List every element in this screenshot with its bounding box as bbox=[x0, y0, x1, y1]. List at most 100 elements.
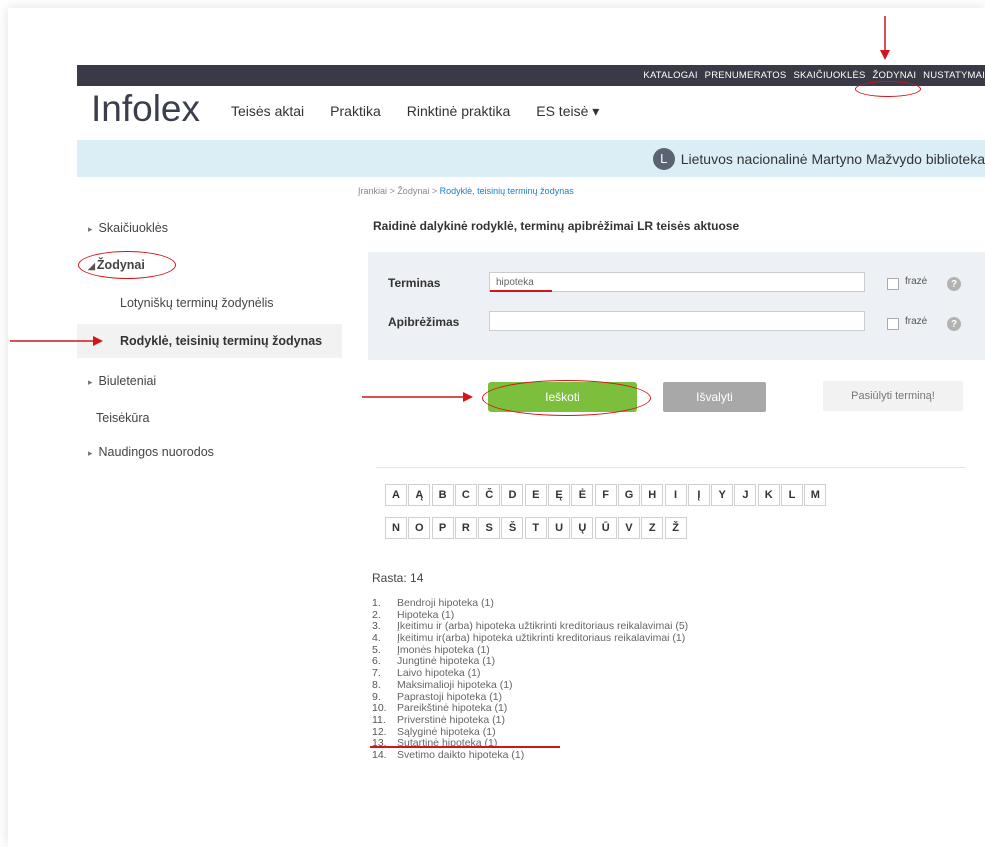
alphabet-letter[interactable]: S bbox=[478, 517, 501, 539]
alphabet-letter[interactable]: Y bbox=[711, 484, 734, 506]
alphabet-letter[interactable]: Č bbox=[478, 484, 501, 506]
result-link[interactable]: Priverstinė hipoteka (1) bbox=[397, 714, 505, 727]
caret-down-icon: ◢ bbox=[88, 261, 95, 271]
annotation-underline-result bbox=[370, 746, 560, 748]
alphabet-letter[interactable]: Į bbox=[687, 484, 710, 506]
breadcrumb: Įrankiai > Žodynai > Rodyklė, teisinių t… bbox=[358, 186, 574, 196]
topnav-katalogai[interactable]: KATALOGAI bbox=[643, 70, 697, 81]
sidebar-item-label: Naudingos nuorodos bbox=[98, 445, 214, 459]
list-item-number: 4. bbox=[372, 632, 381, 645]
alphabet-letter[interactable]: E bbox=[524, 484, 547, 506]
alphabet-row: AĄBCČDEĘĖFGHIĮYJKLM bbox=[385, 484, 828, 506]
sidebar-item-skaiciuokles[interactable]: ▸ Skaičiuoklės bbox=[88, 221, 168, 235]
list-item-number: 8. bbox=[372, 678, 381, 691]
definition-label: Apibrėžimas bbox=[388, 315, 460, 329]
alphabet-letter[interactable]: V bbox=[617, 517, 640, 539]
alphabet-letter[interactable]: Ę bbox=[548, 484, 571, 506]
top-bar: KATALOGAI PRENUMERATOS SKAIČIUOKLĖS ŽODY… bbox=[77, 65, 985, 86]
topnav-nustatymai[interactable]: NUSTATYMAI bbox=[923, 70, 985, 81]
alphabet-letter[interactable]: Ž bbox=[664, 517, 687, 539]
clear-button[interactable]: Išvalyti bbox=[663, 382, 766, 412]
logo[interactable]: Infolex bbox=[91, 86, 200, 140]
alphabet-letter[interactable]: N bbox=[385, 517, 407, 539]
definition-phrase-checkbox[interactable] bbox=[887, 318, 899, 330]
alphabet-letter[interactable]: P bbox=[431, 517, 454, 539]
result-link[interactable]: Maksimalioji hipoteka (1) bbox=[397, 679, 513, 692]
top-nav: KATALOGAI PRENUMERATOS SKAIČIUOKLĖS ŽODY… bbox=[636, 65, 985, 86]
nav-praktika[interactable]: Praktika bbox=[330, 103, 381, 120]
list-item-number: 1. bbox=[372, 597, 381, 609]
sidebar-item-nuorodos[interactable]: ▸ Naudingos nuorodos bbox=[88, 445, 214, 459]
search-button[interactable]: Ieškoti bbox=[488, 382, 637, 412]
topnav-skaiciuokles[interactable]: SKAIČIUOKLĖS bbox=[793, 70, 865, 81]
sidebar-item-zodynai[interactable]: ◢ Žodynai bbox=[88, 258, 145, 272]
sidebar-item-label: Rodyklė, teisinių terminų žodynas bbox=[120, 334, 323, 348]
list-item: 1. Bendroji hipoteka (1) bbox=[372, 597, 688, 610]
breadcrumb-irankiai[interactable]: Įrankiai bbox=[358, 186, 387, 196]
definition-input[interactable] bbox=[489, 311, 865, 331]
nav-rinktine-praktika[interactable]: Rinktinė praktika bbox=[407, 103, 511, 120]
alphabet-letter[interactable]: F bbox=[594, 484, 617, 506]
alphabet-letter[interactable]: Ė bbox=[571, 484, 594, 506]
help-icon[interactable]: ? bbox=[947, 317, 961, 331]
topnav-prenumeratos[interactable]: PRENUMERATOS bbox=[705, 70, 787, 81]
breadcrumb-zodynai[interactable]: Žodynai bbox=[397, 186, 429, 196]
alphabet-letter[interactable]: M bbox=[804, 484, 827, 506]
nav-es-teise-dropdown[interactable]: ES teisė ▾ bbox=[536, 103, 599, 120]
alphabet-letter[interactable]: T bbox=[524, 517, 547, 539]
results-count: Rasta: 14 bbox=[372, 571, 424, 585]
caret-right-icon: ▸ bbox=[88, 377, 93, 387]
list-item: 4. Įkeitimu ir(arba) hipoteka užtikrinti … bbox=[372, 632, 688, 645]
sidebar-item-label: Lotyniškų terminų žodynėlis bbox=[120, 296, 274, 310]
result-link[interactable]: Įkeitimu ir(arba) hipoteka užtikrinti kr… bbox=[397, 632, 685, 645]
sidebar-item-label: Teisėkūra bbox=[96, 411, 150, 425]
result-link[interactable]: Svetimo daikto hipoteka (1) bbox=[397, 749, 524, 762]
alphabet-letter[interactable]: K bbox=[757, 484, 780, 506]
header: Infolex Teisės aktai Praktika Rinktinė p… bbox=[77, 86, 985, 141]
alphabet-letter[interactable]: H bbox=[641, 484, 664, 506]
alphabet-letter[interactable]: U bbox=[548, 517, 571, 539]
sidebar-item-label: Skaičiuoklės bbox=[98, 221, 169, 235]
library-info: L Lietuvos nacionalinė Martyno Mažvydo b… bbox=[652, 140, 985, 177]
nav-teises-aktai[interactable]: Teisės aktai bbox=[231, 103, 304, 120]
library-bar: L Lietuvos nacionalinė Martyno Mažvydo b… bbox=[77, 140, 985, 177]
sidebar-item-label: Žodynai bbox=[96, 258, 145, 272]
sidebar-item-biuleteniai[interactable]: ▸ Biuleteniai bbox=[88, 374, 156, 388]
alphabet-letter[interactable]: Ū bbox=[594, 517, 617, 539]
list-item-number: 11. bbox=[372, 713, 386, 726]
list-item-number: 14. bbox=[372, 748, 387, 761]
suggest-term-button[interactable]: Pasiūlyti terminą! bbox=[823, 381, 963, 411]
alphabet-letter[interactable]: G bbox=[617, 484, 640, 506]
topnav-zodynai[interactable]: ŽODYNAI bbox=[873, 70, 917, 81]
annotation-underline-term bbox=[490, 290, 552, 292]
term-input[interactable] bbox=[489, 272, 865, 292]
sidebar-item-rodykle[interactable]: Rodyklė, teisinių terminų žodynas bbox=[77, 324, 342, 358]
list-item: 8. Maksimalioji hipoteka (1) bbox=[372, 678, 688, 692]
sidebar-item-teisekura[interactable]: Teisėkūra bbox=[96, 411, 150, 425]
alphabet-letter[interactable]: R bbox=[454, 517, 477, 539]
sidebar-item-lotynisku[interactable]: Lotyniškų terminų žodynėlis bbox=[120, 296, 274, 310]
alphabet-letter[interactable]: D bbox=[501, 484, 524, 506]
alphabet-letter[interactable]: Ą bbox=[408, 484, 431, 506]
alphabet-letter[interactable]: Ų bbox=[571, 517, 594, 539]
help-icon[interactable]: ? bbox=[947, 277, 961, 291]
breadcrumb-current[interactable]: Rodyklė, teisinių terminų žodynas bbox=[440, 186, 574, 196]
alphabet-letter[interactable]: C bbox=[454, 484, 477, 506]
alphabet-letter[interactable]: L bbox=[781, 484, 804, 506]
definition-phrase-label: frazė bbox=[905, 316, 928, 327]
library-name[interactable]: Lietuvos nacionalinė Martyno Mažvydo bib… bbox=[681, 151, 985, 167]
main-nav: Teisės aktai Praktika Rinktinė praktika … bbox=[231, 103, 625, 120]
term-phrase-checkbox[interactable] bbox=[887, 278, 899, 290]
caret-right-icon: ▸ bbox=[88, 448, 93, 458]
alphabet-letter[interactable]: O bbox=[408, 517, 431, 539]
result-link[interactable]: Bendroji hipoteka (1) bbox=[397, 597, 494, 610]
library-badge-icon: L bbox=[652, 147, 675, 170]
alphabet-letter[interactable]: A bbox=[385, 484, 407, 506]
alphabet-letter[interactable]: B bbox=[431, 484, 454, 506]
search-form: Terminas frazė ? Apibrėžimas frazė ? bbox=[368, 252, 985, 360]
alphabet-letter[interactable]: Z bbox=[641, 517, 664, 539]
alphabet-letter[interactable]: J bbox=[734, 484, 757, 506]
alphabet-letter[interactable]: Š bbox=[501, 517, 524, 539]
alphabet-letter[interactable]: I bbox=[664, 484, 687, 506]
term-label: Terminas bbox=[388, 276, 441, 290]
